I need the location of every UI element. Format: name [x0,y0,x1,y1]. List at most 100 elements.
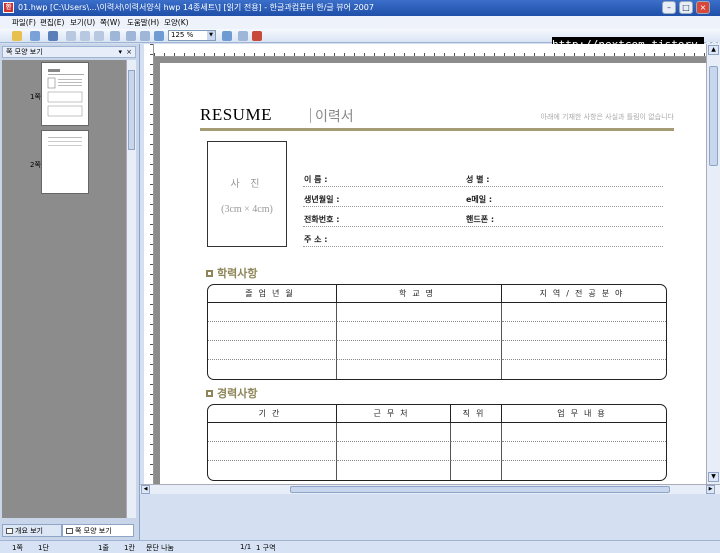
vertical-scrollbar[interactable]: ▲ ▼ [706,44,720,484]
table-row [208,360,666,379]
page-view-icon[interactable] [126,31,136,41]
chevron-down-icon[interactable]: ▼ [207,31,215,40]
vertical-ruler[interactable] [144,44,154,484]
menu-view[interactable]: 보기(U) [70,17,95,28]
col-header: 학교명 [337,285,502,303]
status-column: 1칸 [124,544,135,552]
table-cell[interactable] [208,341,337,360]
table-cell[interactable] [337,360,502,379]
hwp-app-icon: 한 [3,2,14,13]
zoom-select[interactable]: 125 % ▼ [168,30,216,41]
field-row: 이 름 : 성 별 : [303,167,663,187]
tab-outline-view[interactable]: 개요 보기 [2,524,62,537]
copy-icon[interactable] [80,31,90,41]
panel-tabs: 개요 보기 쪽 모양 보기 [2,524,136,538]
phone-label: 전화번호 : [304,215,340,224]
table-cell[interactable] [208,360,337,379]
table-cell[interactable] [208,322,337,341]
document-page[interactable]: RESUME 이력서 아래에 기재한 사항은 사실과 틀림이 없습니다 사 진 … [160,63,706,484]
status-line: 1줄 [98,544,109,552]
printer-setup-icon[interactable] [238,31,248,41]
table-cell[interactable] [502,341,666,360]
zoom-in-icon[interactable] [222,31,232,41]
cut-icon[interactable] [66,31,76,41]
vertical-scroll-thumb[interactable] [709,66,718,166]
panel-menu-icon[interactable]: ▾ [118,47,122,57]
table-header-row: 졸업년월 학교명 지역/전공분야 [208,285,666,303]
status-bar: 1쪽 1단 1줄 1칸 문단 나눔 1/1 1 구역 [0,540,720,553]
photo-size: (3cm × 4cm) [221,204,273,215]
scroll-left-icon[interactable]: ◀ [141,485,150,494]
table-cell[interactable] [502,322,666,341]
table-cell[interactable] [337,341,502,360]
page-icon [66,528,73,534]
page-thumbnail-1[interactable] [41,62,89,126]
title-rule [200,128,674,131]
tab-outline-label: 개요 보기 [15,527,43,535]
resume-note: 아래에 기재한 사항은 사실과 틀림이 없습니다 [540,113,675,121]
table-cell[interactable] [502,442,666,461]
close-button[interactable]: × [696,1,710,14]
horizontal-scroll-thumb[interactable] [290,486,670,493]
horizontal-scrollbar[interactable]: ◀ ▶ [140,484,720,494]
table-cell[interactable] [502,423,666,442]
table-row [208,461,666,480]
menu-edit[interactable]: 편집(E) [40,17,64,28]
menu-file[interactable]: 파일(F) [12,17,36,28]
table-cell[interactable] [502,303,666,322]
menu-help[interactable]: 도움말(H) [127,17,159,28]
menu-bar: 파일(F) 편집(E) 보기(U) 쪽(W) 도움말(H) 모양(K) [0,16,720,29]
maximize-button[interactable]: □ [679,1,693,14]
name-label: 이 름 : [304,175,328,184]
status-page: 1쪽 [12,544,23,552]
page-thumbnail-panel: 쪽 모양 보기 ▾ × 1쪽 2쪽 개요 보기 쪽 모양 보기 [0,44,140,540]
table-cell[interactable] [337,442,451,461]
table-row [208,341,666,360]
page-thumbnail-2[interactable] [41,130,89,194]
help-icon[interactable] [252,31,262,41]
panel-close-icon[interactable]: × [126,47,132,57]
table-cell[interactable] [337,423,451,442]
scroll-up-icon[interactable]: ▲ [708,45,719,55]
col-header: 직위 [451,405,502,423]
fit-width-icon[interactable] [140,31,150,41]
tab-page-label: 쪽 모양 보기 [75,527,112,535]
open-icon[interactable] [12,31,22,41]
table-cell[interactable] [337,303,502,322]
table-cell[interactable] [337,461,451,480]
col-header: 졸업년월 [208,285,337,303]
photo-label: 사 진 [230,179,264,190]
field-row: 전화번호 : 핸드폰 : [303,207,663,227]
save-icon[interactable] [30,31,40,41]
status-mode: 문단 나눔 [146,544,174,552]
horizontal-ruler[interactable] [154,44,706,57]
panel-scrollbar[interactable] [126,60,136,518]
career-section-title: 경력사항 [206,385,257,401]
table-cell[interactable] [502,461,666,480]
zoom-icon[interactable] [154,31,164,41]
panel-scroll-thumb[interactable] [128,70,135,150]
minimize-button[interactable]: – [662,1,676,14]
field-row: 주 소 : [303,227,663,247]
scroll-right-icon[interactable]: ▶ [706,485,715,494]
table-cell[interactable] [451,423,502,442]
tab-page-view[interactable]: 쪽 모양 보기 [62,524,134,537]
table-cell[interactable] [208,461,337,480]
scroll-down-icon[interactable]: ▼ [708,472,719,482]
table-cell[interactable] [337,322,502,341]
table-cell[interactable] [208,423,337,442]
menu-page[interactable]: 쪽(W) [100,17,120,28]
table-cell[interactable] [208,442,337,461]
table-cell[interactable] [451,461,502,480]
table-cell[interactable] [502,360,666,379]
paste-icon[interactable] [94,31,104,41]
menu-shape[interactable]: 모양(K) [164,17,189,28]
status-section: 1단 [38,544,49,552]
career-title-text: 경력사항 [217,387,258,400]
table-cell[interactable] [451,442,502,461]
find-icon[interactable] [110,31,120,41]
table-cell[interactable] [208,303,337,322]
print-icon[interactable] [48,31,58,41]
window-title: 01.hwp [C:\Users\...\이력서\이력서양식 hwp 14종세트… [18,3,374,12]
table-row [208,322,666,341]
